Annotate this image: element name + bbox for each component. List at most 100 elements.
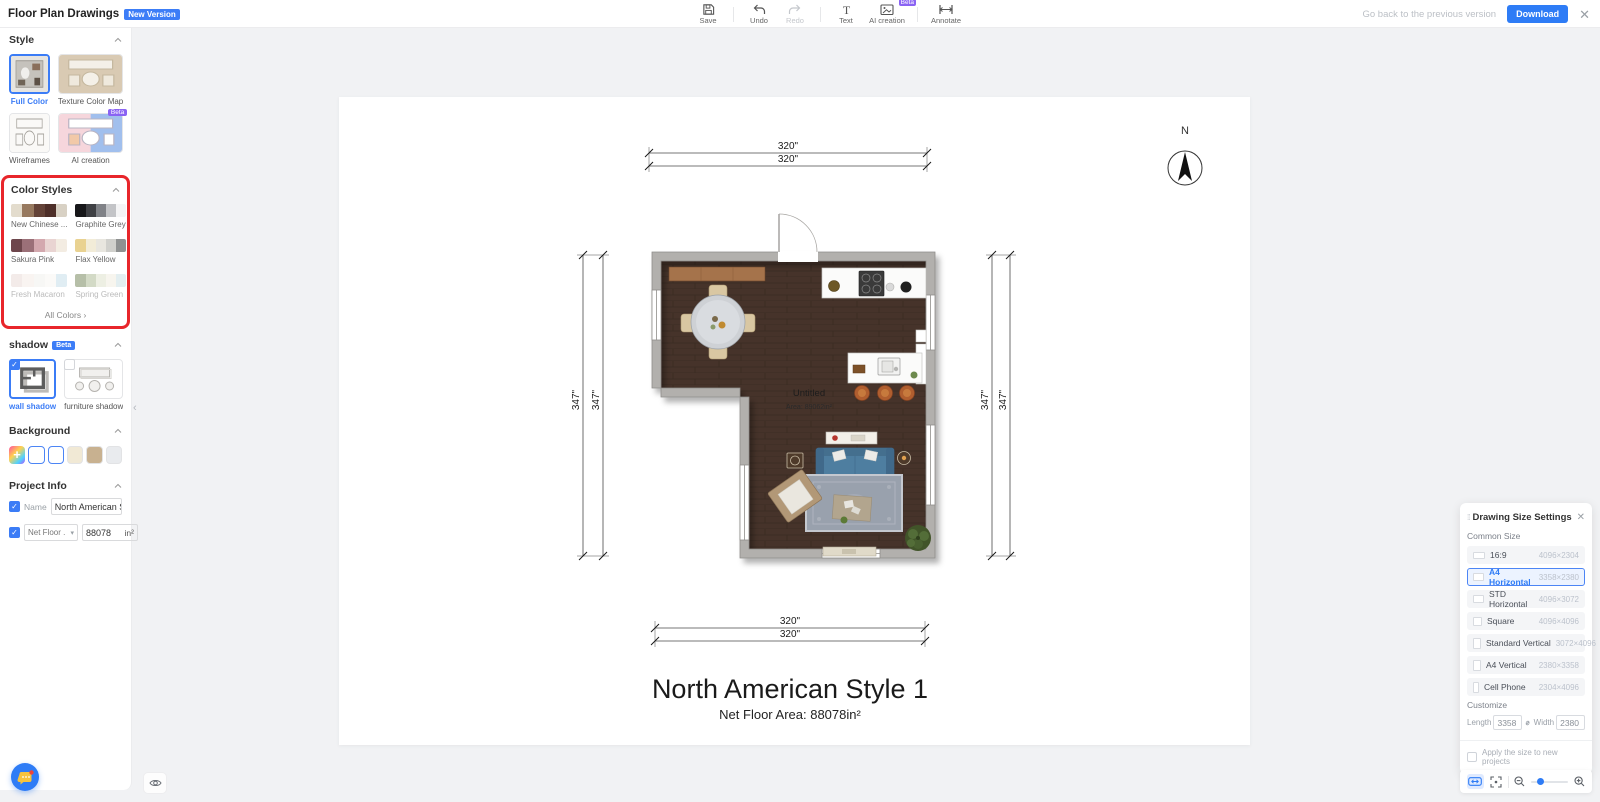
- zoom-in-icon[interactable]: [1574, 776, 1585, 787]
- palette-strip: [11, 204, 67, 217]
- size-shape-icon: [1473, 638, 1481, 649]
- full-color-thumbnail: [9, 54, 50, 94]
- dim-right-1: 347": [980, 389, 991, 410]
- dim-top-1: 320": [778, 141, 799, 152]
- project-info-section-title: Project Info: [9, 480, 67, 492]
- size-option-square[interactable]: Square 4096×4096: [1467, 612, 1585, 630]
- background-swatch-white[interactable]: [28, 446, 44, 464]
- fit-screen-icon[interactable]: [1490, 776, 1502, 788]
- tv-console: [823, 547, 876, 556]
- chevron-up-icon[interactable]: [114, 341, 122, 349]
- size-option-a4-vertical[interactable]: A4 Vertical 2380×3358: [1467, 656, 1585, 674]
- size-shape-icon: [1473, 617, 1482, 626]
- palette-graphite-grey[interactable]: Graphite Grey: [75, 204, 125, 229]
- custom-color-swatch[interactable]: [9, 446, 25, 464]
- color-styles-section-title: Color Styles: [11, 184, 72, 196]
- palette-spring-green[interactable]: Spring Green: [75, 274, 125, 299]
- redo-icon: [788, 3, 802, 16]
- all-colors-link[interactable]: All Colors ›: [10, 307, 121, 326]
- furniture-shadow-checkbox[interactable]: [64, 359, 75, 370]
- console-table: [826, 432, 877, 444]
- texture-color-map-thumbnail: [58, 54, 123, 94]
- size-option-std-horizontal[interactable]: STD Horizontal 4096×3072: [1467, 590, 1585, 608]
- size-option-cell-phone[interactable]: Cell Phone 2304×4096: [1467, 678, 1585, 696]
- drawing-paper[interactable]: Untitled Area: 89062in²: [339, 97, 1250, 745]
- sidebar-collapse-handle[interactable]: ‹: [133, 396, 145, 420]
- room-area-label: Area: 89062in²: [786, 404, 833, 411]
- apply-size-checkbox[interactable]: [1467, 752, 1477, 762]
- length-input[interactable]: 3358: [1493, 715, 1522, 730]
- chevron-up-icon[interactable]: [114, 482, 122, 490]
- text-tool-button[interactable]: T Text: [828, 0, 864, 28]
- drag-handle-icon[interactable]: ⁞⁞: [1467, 513, 1469, 522]
- name-checkbox[interactable]: ✓: [9, 501, 20, 512]
- zoom-slider[interactable]: [1531, 781, 1568, 783]
- ai-creation-beta-badge: Beta: [108, 109, 127, 116]
- common-size-label: Common Size: [1467, 531, 1585, 541]
- length-label: Length: [1467, 718, 1491, 727]
- save-button[interactable]: Save: [690, 0, 726, 28]
- area-value-input[interactable]: 88078in²: [82, 524, 138, 541]
- dim-top-2: 320": [778, 154, 799, 165]
- size-option-standard-vertical[interactable]: Standard Vertical 3072×4096: [1467, 634, 1585, 652]
- close-icon[interactable]: ✕: [1579, 8, 1590, 21]
- link-icon[interactable]: [1524, 719, 1531, 727]
- size-option-16-9[interactable]: 16:9 4096×2304: [1467, 546, 1585, 564]
- area-checkbox[interactable]: ✓: [9, 527, 20, 538]
- size-shape-icon: [1473, 552, 1485, 559]
- chevron-up-icon[interactable]: [114, 36, 122, 44]
- name-label: Name: [24, 502, 47, 512]
- project-name-input[interactable]: North American Style: [51, 498, 122, 515]
- style-option-full-color[interactable]: Full Color: [9, 54, 50, 106]
- style-option-ai-creation[interactable]: Beta AI creation: [58, 113, 123, 165]
- go-back-link[interactable]: Go back to the previous version: [1362, 9, 1496, 20]
- download-button[interactable]: Download: [1507, 5, 1568, 23]
- ai-creation-thumbnail: [58, 113, 123, 153]
- color-styles-highlight-box: Color Styles New Chinese ... Graphite Gr…: [1, 175, 130, 329]
- preview-eye-button[interactable]: [143, 772, 167, 794]
- style-option-wireframes[interactable]: Wireframes: [9, 113, 50, 165]
- new-version-badge: New Version: [124, 9, 180, 20]
- zoom-out-icon[interactable]: [1514, 776, 1525, 787]
- size-panel-close-icon[interactable]: ✕: [1577, 512, 1585, 523]
- support-chat-button[interactable]: [11, 763, 39, 791]
- width-input[interactable]: 2380: [1556, 715, 1585, 730]
- area-unit: in²: [125, 528, 134, 538]
- redo-button[interactable]: Redo: [777, 0, 813, 28]
- chevron-up-icon[interactable]: [112, 186, 120, 194]
- palette-flax-yellow[interactable]: Flax Yellow: [75, 239, 125, 264]
- ai-creation-button[interactable]: Beta AI creation: [864, 0, 910, 28]
- dim-left-1: 347": [571, 389, 582, 410]
- plan-subtitle: Net Floor Area: 88078in²: [719, 707, 861, 722]
- palette-fresh-macaron[interactable]: Fresh Macaron: [11, 274, 67, 299]
- style-option-texture-color-map[interactable]: Texture Color Map: [58, 54, 123, 106]
- annotate-icon: [938, 3, 954, 16]
- svg-text:T: T: [842, 3, 850, 16]
- chevron-up-icon[interactable]: [114, 427, 122, 435]
- palette-strip: [75, 204, 125, 217]
- app-title: Floor Plan Drawings: [8, 8, 119, 20]
- compass-icon: N: [1168, 125, 1202, 185]
- door: [778, 214, 818, 262]
- zoom-slider-knob[interactable]: [1537, 778, 1544, 785]
- background-swatch-tan[interactable]: [86, 446, 102, 464]
- dim-bottom-2: 320": [780, 629, 801, 640]
- background-swatch-cream[interactable]: [67, 446, 83, 464]
- palette-sakura-pink[interactable]: Sakura Pink: [11, 239, 67, 264]
- dim-right-2: 347": [998, 389, 1009, 410]
- text-icon: T: [840, 3, 853, 16]
- undo-button[interactable]: Undo: [741, 0, 777, 28]
- wall-shadow-checkbox[interactable]: ✓: [9, 359, 20, 370]
- wall-shadow-option[interactable]: ✓ wall shadow: [9, 359, 56, 411]
- background-swatch-white-2[interactable]: [48, 446, 64, 464]
- watering-can: [841, 517, 848, 524]
- zoom-toolbar: [1460, 770, 1592, 793]
- fit-width-icon[interactable]: [1467, 774, 1484, 789]
- apply-size-label: Apply the size to new projects: [1482, 748, 1585, 766]
- palette-new-chinese[interactable]: New Chinese ...: [11, 204, 67, 229]
- area-type-dropdown[interactable]: Net Floor .▾: [24, 524, 78, 541]
- background-swatch-grey[interactable]: [106, 446, 122, 464]
- annotate-button[interactable]: Annotate: [925, 0, 967, 28]
- size-option-a4-horizontal[interactable]: A4 Horizontal 3358×2380: [1467, 568, 1585, 586]
- furniture-shadow-option[interactable]: furniture shadow: [64, 359, 123, 411]
